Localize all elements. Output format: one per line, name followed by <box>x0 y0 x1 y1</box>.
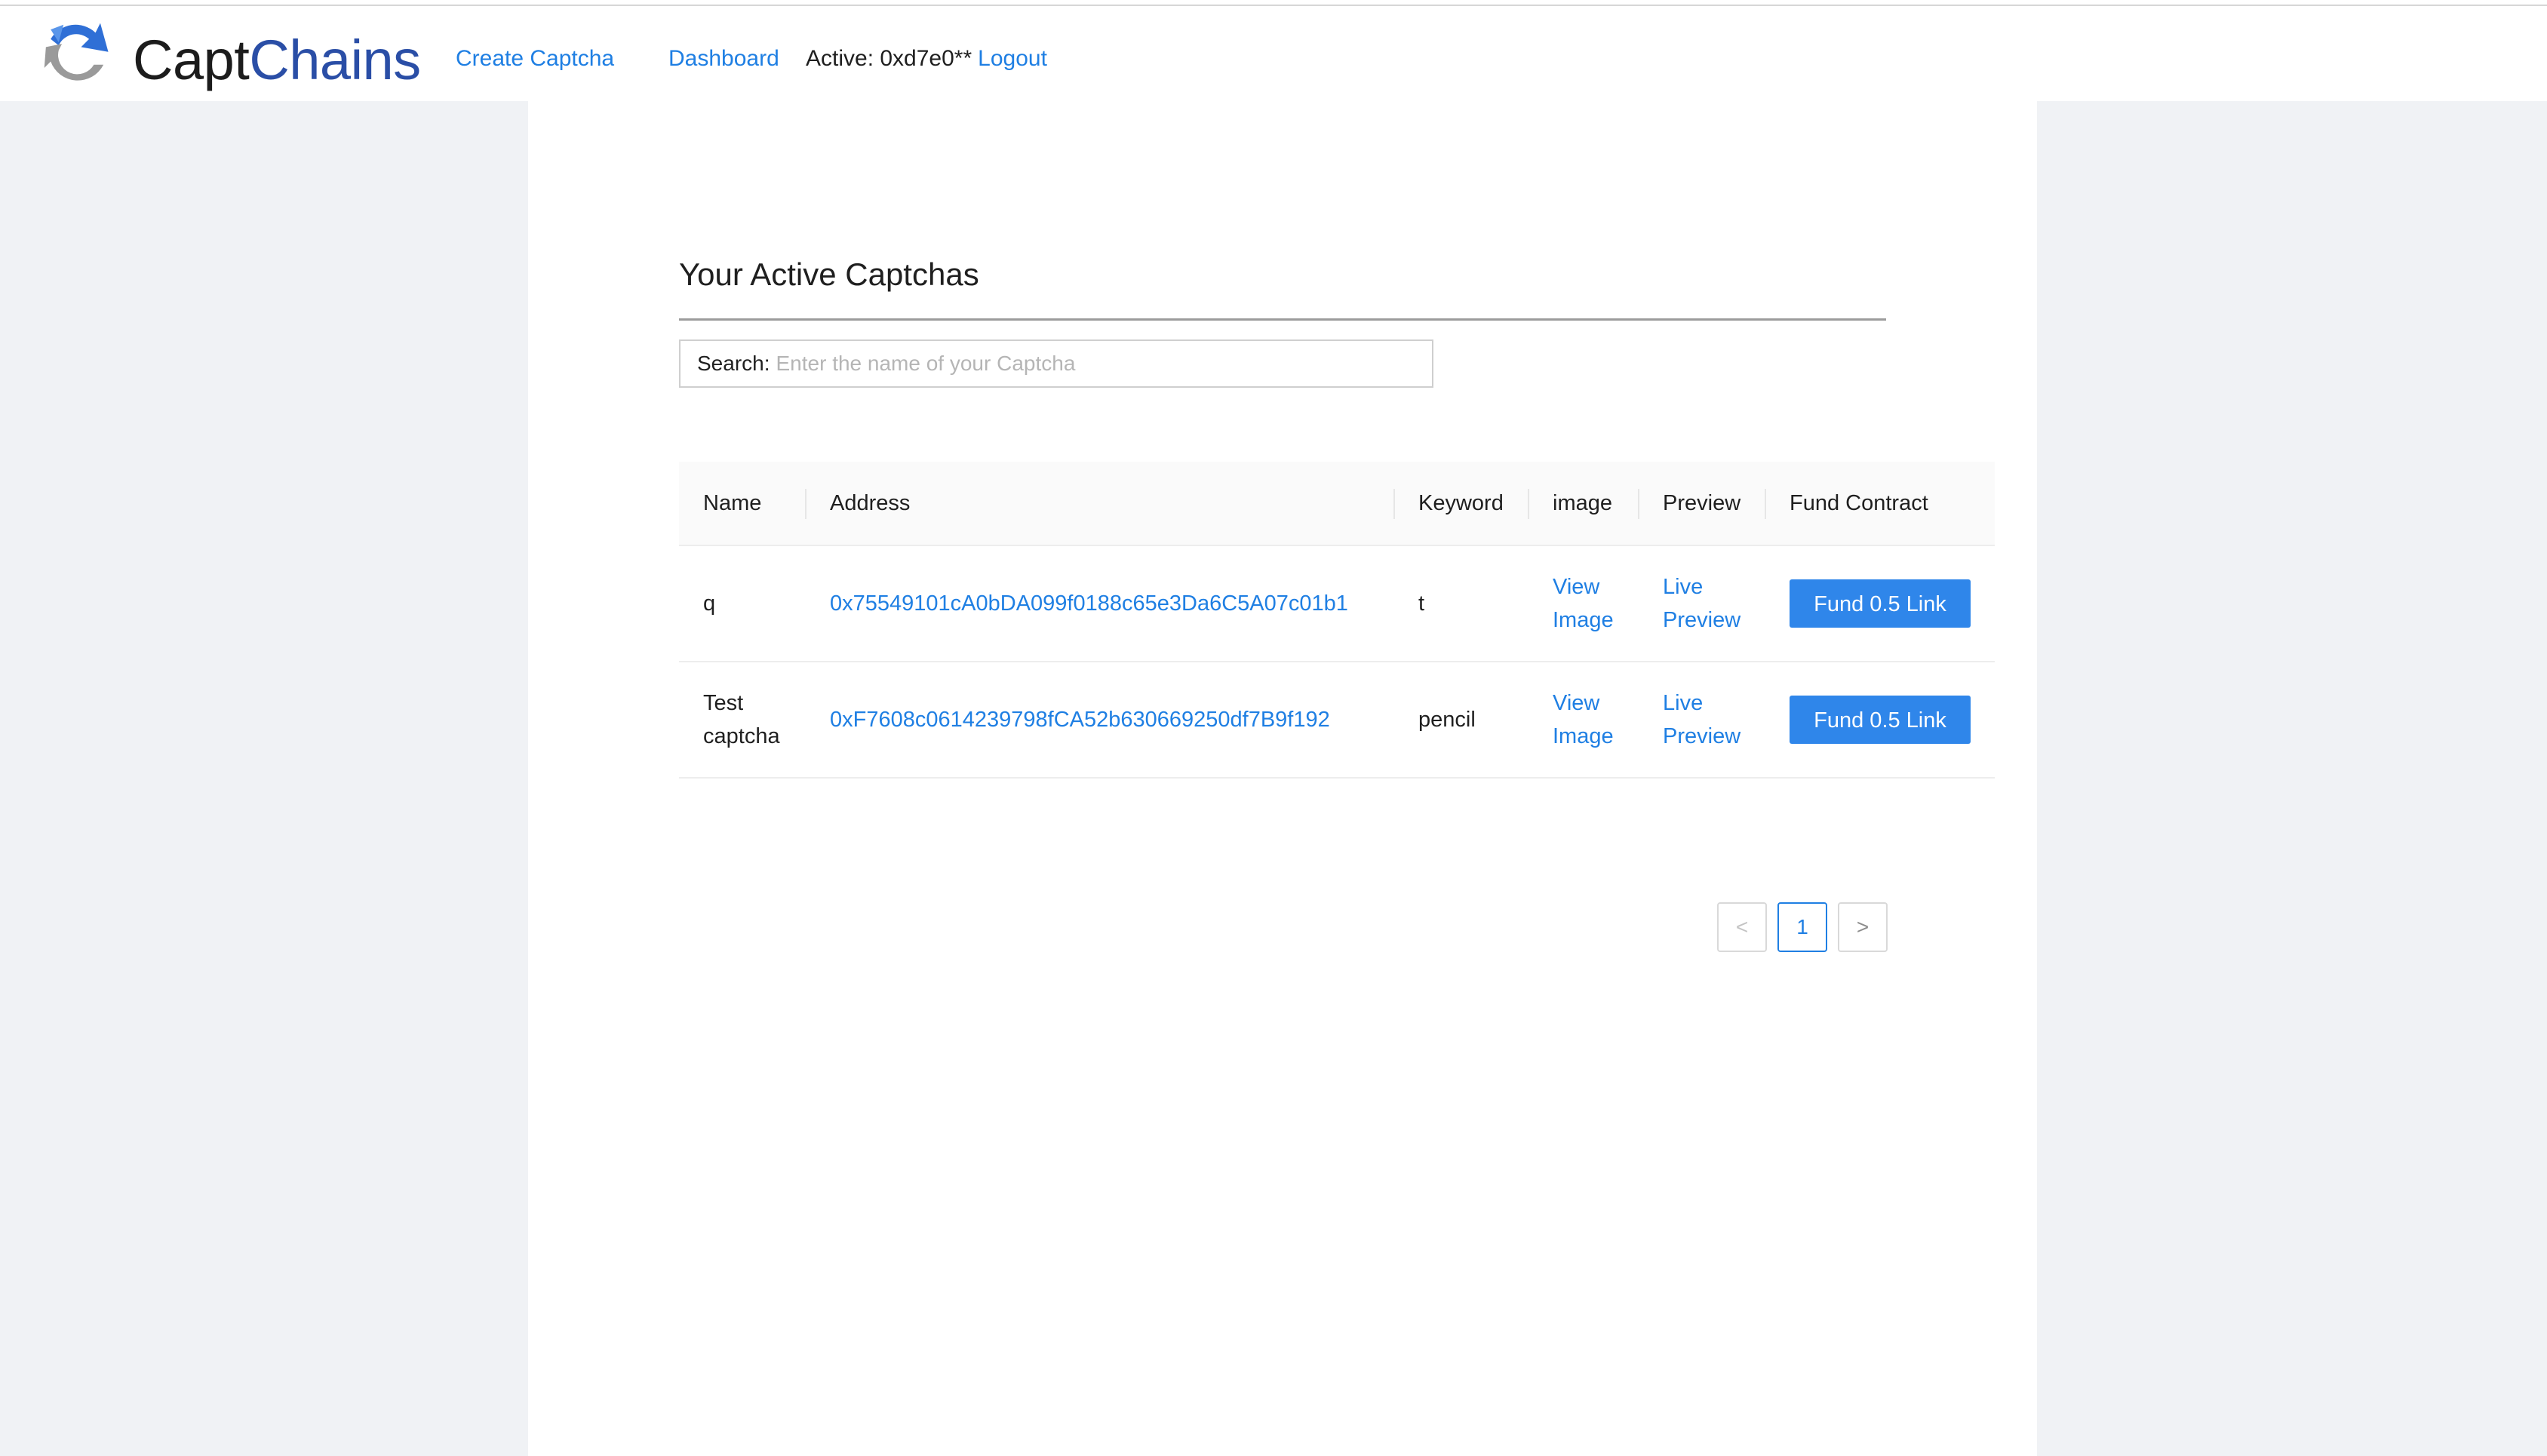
top-border <box>0 0 2547 6</box>
header: CaptChains Create Captcha Dashboard Acti… <box>0 6 2547 101</box>
cell-keyword: t <box>1418 591 1425 616</box>
table-header: Name Address Keyword image Preview Fund … <box>679 462 1995 546</box>
cell-keyword: pencil <box>1418 708 1476 732</box>
live-preview-line-1: Live <box>1663 691 1704 715</box>
brand-part-2: Chains <box>249 29 421 91</box>
address-link[interactable]: 0xF7608c0614239798fCA52b630669250df7B9f1… <box>830 703 1330 736</box>
title-divider <box>679 318 1886 321</box>
live-preview-line-1: Live <box>1663 575 1704 599</box>
view-image-line-1: View <box>1553 575 1600 599</box>
captcha-table: Name Address Keyword image Preview Fund … <box>679 462 1995 779</box>
cell-name-line-1: Test <box>703 691 744 715</box>
view-image-line-2: Image <box>1553 608 1614 632</box>
address-link[interactable]: 0x75549101cA0bDA099f0188c65e3Da6C5A07c01… <box>830 587 1348 620</box>
brand-title[interactable]: CaptChains <box>133 23 421 98</box>
active-account: Active: 0xd7e0** Logout <box>806 41 1047 77</box>
live-preview-line-2: Preview <box>1663 724 1741 748</box>
table-row: Test captcha 0xF7608c0614239798fCA52b630… <box>679 662 1995 779</box>
active-account-label: Active: 0xd7e0** <box>806 46 972 71</box>
column-header-address-label: Address <box>830 491 911 515</box>
view-image-link[interactable]: View Image <box>1553 570 1614 637</box>
column-header-name: Name <box>703 491 762 515</box>
view-image-line-1: View <box>1553 691 1600 715</box>
table-row: q 0x75549101cA0bDA099f0188c65e3Da6C5A07c… <box>679 546 1995 662</box>
column-header-preview-label: Preview <box>1663 491 1741 515</box>
search-input[interactable] <box>776 352 1432 376</box>
column-header-address: Address <box>805 462 911 545</box>
column-header-image-label: image <box>1553 491 1612 515</box>
column-header-image: image <box>1528 462 1612 545</box>
view-image-link[interactable]: View Image <box>1553 687 1614 753</box>
cell-name: q <box>703 591 716 616</box>
live-preview-link[interactable]: Live Preview <box>1663 570 1741 637</box>
nav-dashboard[interactable]: Dashboard <box>668 41 779 77</box>
logout-link[interactable]: Logout <box>978 46 1047 71</box>
fund-button[interactable]: Fund 0.5 Link <box>1790 696 1971 744</box>
column-header-preview: Preview <box>1638 462 1741 545</box>
column-header-keyword: Keyword <box>1393 462 1504 545</box>
pagination-next-button[interactable]: > <box>1838 902 1888 952</box>
live-preview-link[interactable]: Live Preview <box>1663 687 1741 753</box>
column-header-fund-contract-label: Fund Contract <box>1790 491 1928 515</box>
pagination-page-1[interactable]: 1 <box>1777 902 1827 952</box>
column-header-fund-contract: Fund Contract <box>1765 462 1928 545</box>
page-title: Your Active Captchas <box>679 256 979 292</box>
cell-name-line-2: captcha <box>703 724 780 748</box>
live-preview-line-2: Preview <box>1663 608 1741 632</box>
chevron-right-icon: > <box>1856 915 1870 938</box>
nav-create-captcha[interactable]: Create Captcha <box>456 41 614 77</box>
search-box: Search: <box>679 339 1433 388</box>
column-header-keyword-label: Keyword <box>1418 491 1504 515</box>
chevron-left-icon: < <box>1735 915 1749 938</box>
pagination-prev-button[interactable]: < <box>1717 902 1767 952</box>
view-image-line-2: Image <box>1553 724 1614 748</box>
brand-part-1: Capt <box>133 29 250 91</box>
cell-name: Test captcha <box>703 687 780 753</box>
content-panel: Your Active Captchas Search: Name Addres… <box>528 101 2037 1456</box>
captchains-logo-icon[interactable] <box>35 15 115 95</box>
search-label: Search: <box>697 352 770 375</box>
fund-button[interactable]: Fund 0.5 Link <box>1790 579 1971 628</box>
